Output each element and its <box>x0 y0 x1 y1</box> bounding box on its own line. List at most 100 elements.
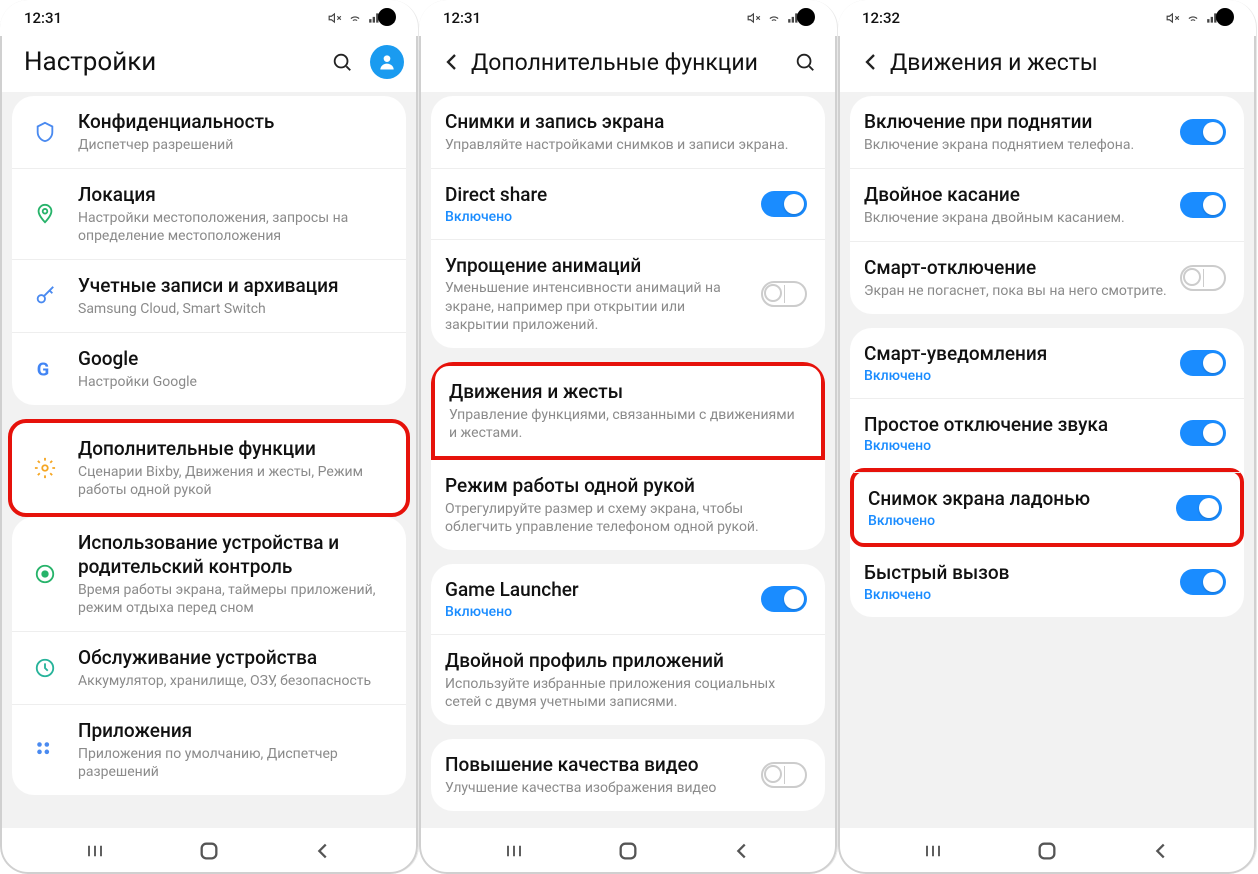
row-location[interactable]: Локация Настройки местоположения, запрос… <box>12 168 406 259</box>
adv-card-1: Движения и жесты Управление функциями, с… <box>431 362 825 550</box>
chevron-left-icon <box>859 50 883 74</box>
home-icon <box>617 840 639 862</box>
status-bar: 12:32 <box>838 0 1256 36</box>
content-area: Включение при поднятии Включение экрана … <box>838 92 1256 828</box>
row-text: Direct share Включено <box>445 183 751 225</box>
row-dual-messenger[interactable]: Двойной профиль приложений Используйте и… <box>431 634 825 725</box>
row-sub: Samsung Cloud, Smart Switch <box>78 300 388 318</box>
row-smart-alert[interactable]: Смарт-уведомления Включено <box>850 328 1244 398</box>
row-title: Google <box>78 347 388 371</box>
row-apps[interactable]: Приложения Приложения по умолчанию, Дисп… <box>12 704 406 795</box>
wellbeing-icon <box>26 555 64 593</box>
camera-cutout <box>378 8 396 26</box>
toggle-reduce-animations[interactable] <box>761 281 807 307</box>
toggle-smart-stay[interactable] <box>1180 265 1226 291</box>
toggle-easy-mute[interactable] <box>1180 420 1226 446</box>
search-button[interactable] <box>324 44 360 80</box>
toggle-lift-to-wake[interactable] <box>1180 119 1226 145</box>
phone-screen-2: 12:32 Движения и жесты Включение при под… <box>838 0 1257 874</box>
nav-back[interactable] <box>293 836 353 866</box>
settings-card-0: Конфиденциальность Диспетчер разрешений … <box>12 96 406 405</box>
status-time: 12:31 <box>443 9 481 27</box>
row-title: Повышение качества видео <box>445 753 751 777</box>
gear-icon <box>26 449 64 487</box>
row-motions-gestures[interactable]: Движения и жесты Управление функциями, с… <box>435 366 821 456</box>
row-text: Приложения Приложения по умолчанию, Дисп… <box>78 719 388 781</box>
row-status: Включено <box>868 513 1166 529</box>
row-text: Локация Настройки местоположения, запрос… <box>78 183 388 245</box>
profile-avatar[interactable] <box>370 45 404 79</box>
toggle-palm-swipe[interactable] <box>1176 495 1222 521</box>
toggle-direct-share[interactable] <box>761 191 807 217</box>
row-title: Включение при поднятии <box>864 110 1170 134</box>
row-title: Дополнительные функции <box>78 437 388 461</box>
nav-back[interactable] <box>1131 836 1191 866</box>
row-device-care[interactable]: Обслуживание устройства Аккумулятор, хра… <box>12 631 406 704</box>
row-title: Двойной профиль приложений <box>445 649 807 673</box>
nav-home[interactable] <box>1017 836 1077 866</box>
chevron-left-icon <box>1150 840 1172 862</box>
row-google[interactable]: G Google Настройки Google <box>12 332 406 405</box>
row-text: Обслуживание устройства Аккумулятор, хра… <box>78 646 388 690</box>
row-sub: Настройки местоположения, запросы на опр… <box>78 209 388 245</box>
row-title: Быстрый вызов <box>864 561 1170 585</box>
back-button[interactable] <box>435 45 469 79</box>
toggle-game-launcher[interactable] <box>761 586 807 612</box>
row-text: Game Launcher Включено <box>445 578 751 620</box>
page-title: Движения и жесты <box>888 49 1242 76</box>
row-lift-to-wake[interactable]: Включение при поднятии Включение экрана … <box>850 96 1244 168</box>
row-sub: Управление функциями, связанными с движе… <box>449 406 803 442</box>
row-screenshots[interactable]: Снимки и запись экрана Управляйте настро… <box>431 96 825 168</box>
row-sub: Аккумулятор, хранилище, ОЗУ, безопасност… <box>78 672 388 690</box>
care-icon <box>26 649 64 687</box>
pin-icon <box>26 195 64 233</box>
row-sub: Диспетчер разрешений <box>78 136 388 154</box>
row-smart-stay[interactable]: Смарт-отключение Экран не погаснет, пока… <box>850 241 1244 314</box>
row-video-enhancer[interactable]: Повышение качества видео Улучшение качес… <box>431 739 825 811</box>
row-sub: Уменьшение интенсивности анимаций на экр… <box>445 279 751 334</box>
row-direct-share[interactable]: Direct share Включено <box>431 168 825 239</box>
camera-cutout <box>1216 8 1234 26</box>
nav-back[interactable] <box>712 836 772 866</box>
toggle-quick-call[interactable] <box>1180 569 1226 595</box>
toggle-smart-alert[interactable] <box>1180 350 1226 376</box>
toggle-double-tap[interactable] <box>1180 192 1226 218</box>
row-one-handed[interactable]: Режим работы одной рукой Отрегулируйте р… <box>431 460 825 550</box>
row-game-launcher[interactable]: Game Launcher Включено <box>431 564 825 634</box>
nav-recents[interactable] <box>484 836 544 866</box>
row-title: Движения и жесты <box>449 380 803 404</box>
row-text: Быстрый вызов Включено <box>864 561 1170 603</box>
row-palm-swipe[interactable]: Снимок экрана ладонью Включено <box>854 472 1240 543</box>
row-easy-mute[interactable]: Простое отключение звука Включено <box>850 398 1244 469</box>
home-icon <box>198 840 220 862</box>
row-text: Упрощение анимаций Уменьшение интенсивно… <box>445 254 751 334</box>
search-button[interactable] <box>787 44 823 80</box>
wifi-icon <box>346 11 364 25</box>
row-title: Direct share <box>445 183 751 207</box>
row-wellbeing[interactable]: Использование устройства и родительский … <box>12 517 406 631</box>
nav-recents[interactable] <box>65 836 125 866</box>
row-accounts[interactable]: Учетные записи и архивация Samsung Cloud… <box>12 259 406 332</box>
row-status: Включено <box>864 368 1170 384</box>
row-title: Простое отключение звука <box>864 413 1170 437</box>
recents-icon <box>502 842 526 860</box>
row-text: Использование устройства и родительский … <box>78 531 388 617</box>
row-quick-call[interactable]: Быстрый вызов Включено <box>850 547 1244 617</box>
nav-recents[interactable] <box>903 836 963 866</box>
back-button[interactable] <box>854 45 888 79</box>
row-text: Смарт-уведомления Включено <box>864 342 1170 384</box>
nav-home[interactable] <box>598 836 658 866</box>
home-icon <box>1036 840 1058 862</box>
row-sub: Используйте избранные приложения социаль… <box>445 675 807 711</box>
row-sub: Настройки Google <box>78 373 388 391</box>
row-advanced-features[interactable]: Дополнительные функции Сценарии Bixby, Д… <box>12 423 406 513</box>
settings-card-1-highlighted: Дополнительные функции Сценарии Bixby, Д… <box>8 419 410 517</box>
row-double-tap[interactable]: Двойное касание Включение экрана двойным… <box>850 168 1244 241</box>
gesture-card-0: Включение при поднятии Включение экрана … <box>850 96 1244 314</box>
row-text: Смарт-отключение Экран не погаснет, пока… <box>864 256 1170 300</box>
toggle-video-enhancer[interactable] <box>761 762 807 788</box>
google-icon: G <box>26 350 64 388</box>
row-privacy[interactable]: Конфиденциальность Диспетчер разрешений <box>12 96 406 168</box>
nav-home[interactable] <box>179 836 239 866</box>
row-reduce-animations[interactable]: Упрощение анимаций Уменьшение интенсивно… <box>431 239 825 348</box>
